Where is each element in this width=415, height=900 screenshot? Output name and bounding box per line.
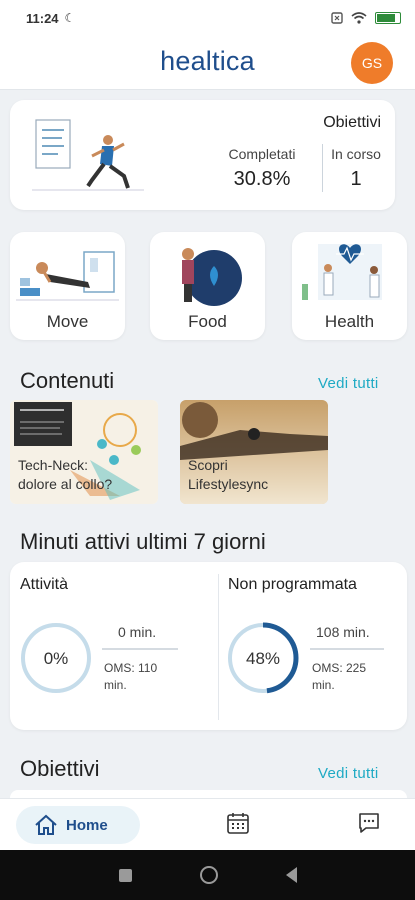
battery-icon <box>375 12 401 24</box>
health-illustration <box>302 244 382 300</box>
unplanned-oms-unit: min. <box>312 678 335 692</box>
unplanned-percent: 48% <box>246 649 280 668</box>
goal-completed-value: 30.8% <box>233 168 291 190</box>
activity-oms-unit: min. <box>104 678 127 692</box>
unplanned-minutes-value: 108 min. <box>316 624 370 640</box>
activity-label: Attività <box>20 576 69 593</box>
do-not-disturb-icon: ☾ <box>64 11 76 25</box>
category-move-label: Move <box>46 312 89 331</box>
goal-divider <box>322 144 323 192</box>
goal-in-progress: In corso 1 <box>326 146 386 191</box>
category-food-label: Food <box>188 312 227 331</box>
goals-title: Obiettivi <box>323 114 381 131</box>
goal-completed: Completati 30.8% <box>222 146 302 191</box>
activity-percent: 0% <box>44 649 69 668</box>
back-icon[interactable] <box>285 867 297 883</box>
runner-illustration <box>32 119 144 191</box>
objectives-card-top <box>10 790 407 798</box>
content-card-text: Tech-Neck: dolore al collo? <box>18 456 112 494</box>
nav-home-tab[interactable]: Home <box>16 806 140 844</box>
status-time: 11:24 <box>26 10 59 26</box>
objectives-see-all-link[interactable]: Vedi tutti <box>318 765 379 782</box>
contents-title: Contenuti <box>20 368 115 393</box>
category-health-label: Health <box>324 312 375 331</box>
bottom-navigation: Home <box>0 798 415 850</box>
workout-illustration <box>16 251 119 301</box>
system-navigation-bar <box>0 850 415 900</box>
category-health[interactable]: Health <box>292 232 407 340</box>
status-icons <box>331 12 401 24</box>
active-minutes-title: Minuti attivi ultimi 7 giorni <box>20 529 266 554</box>
unplanned-oms: OMS: 225 min. <box>312 660 366 694</box>
calendar-icon[interactable] <box>226 811 250 835</box>
objectives-title: Obiettivi <box>20 756 100 781</box>
unplanned-progress-ring: 48% <box>227 622 299 694</box>
activity-minutes-line <box>102 648 178 650</box>
home-system-icon[interactable] <box>199 866 218 884</box>
content-card-title: Scopri <box>188 457 228 473</box>
activity-oms-target: OMS: 110 <box>104 661 158 675</box>
app-header: healtica GS <box>0 36 415 90</box>
activity-progress-ring: 0% <box>21 623 91 693</box>
goals-summary-card[interactable]: Obiettivi Completati 30.8% In corso 1 <box>10 100 395 210</box>
sim-icon <box>331 12 343 24</box>
content-card-lifestylesync[interactable]: Scopri Lifestylesync <box>180 400 328 504</box>
minutes-divider <box>218 574 219 720</box>
home-icon <box>35 814 57 835</box>
active-minutes-card[interactable]: Attività Non programmata 0% 0 min. OMS: … <box>10 562 407 730</box>
content-card-title: Tech-Neck: <box>18 457 89 473</box>
contents-see-all-link[interactable]: Vedi tutti <box>318 375 379 392</box>
nav-home-label: Home <box>66 816 108 834</box>
recent-apps-icon[interactable] <box>118 868 132 882</box>
wifi-icon <box>351 12 367 24</box>
content-card-subtitle: Lifestylesync <box>188 476 269 492</box>
category-move[interactable]: Move <box>10 232 125 340</box>
unplanned-oms-target: OMS: 225 <box>312 661 367 675</box>
content-card-text: Scopri Lifestylesync <box>188 456 268 494</box>
content-card-tech-neck[interactable]: Tech-Neck: dolore al collo? <box>10 400 158 504</box>
content-card-subtitle: dolore al collo? <box>18 476 113 492</box>
goal-completed-label: Completati <box>228 146 296 162</box>
goal-in-progress-label: In corso <box>331 146 381 162</box>
unplanned-minutes-line <box>310 648 384 650</box>
unplanned-label: Non programmata <box>228 576 357 593</box>
activity-oms: OMS: 110 min. <box>104 660 157 694</box>
avatar[interactable]: GS <box>351 42 393 84</box>
status-bar: 11:24 ☾ <box>0 0 415 36</box>
chat-icon[interactable] <box>357 811 381 835</box>
goal-in-progress-value: 1 <box>350 168 362 190</box>
activity-minutes-value: 0 min. <box>118 624 157 640</box>
food-illustration <box>182 248 242 306</box>
category-food[interactable]: Food <box>150 232 265 340</box>
